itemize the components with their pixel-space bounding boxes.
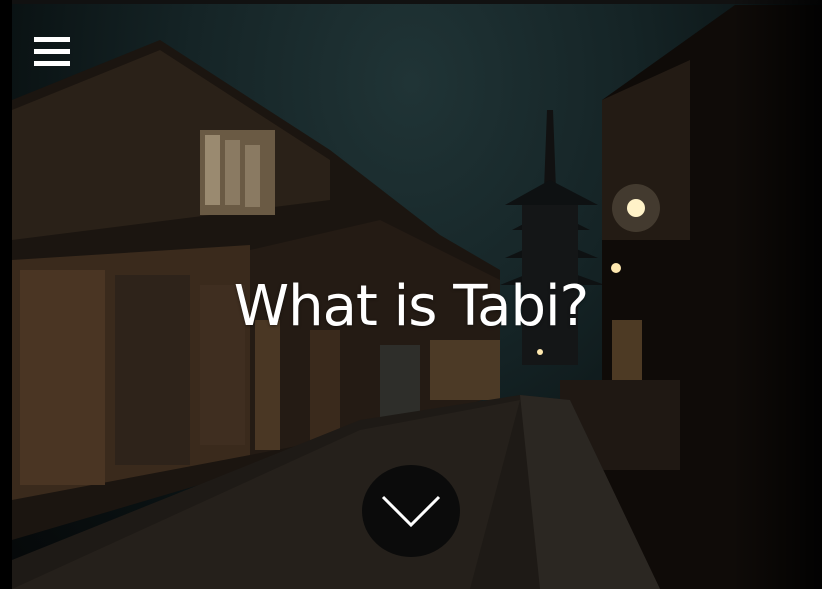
hero-section: What is Tabi? — [0, 0, 822, 589]
menu-line — [34, 49, 70, 54]
chevron-down-icon — [381, 495, 441, 528]
hamburger-menu-icon[interactable] — [34, 37, 70, 67]
menu-line — [34, 37, 70, 42]
page-title: What is Tabi? — [233, 274, 590, 339]
scroll-down-button[interactable] — [362, 465, 460, 557]
menu-line — [34, 61, 70, 66]
top-border — [0, 0, 822, 4]
